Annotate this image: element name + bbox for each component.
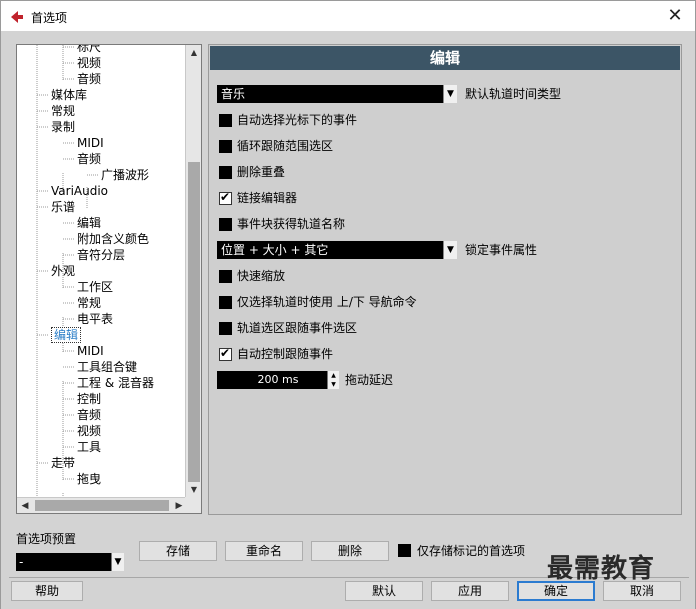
tree-item[interactable]: 常规 [77, 295, 101, 311]
option-checkbox[interactable] [219, 322, 232, 335]
chevron-down-icon: ▼ [443, 85, 457, 103]
tree-item[interactable]: 媒体库 [51, 87, 87, 103]
tree-item[interactable]: 工作区 [77, 279, 113, 295]
chevron-down-icon: ▼ [111, 553, 124, 571]
option-checkbox[interactable] [219, 140, 232, 153]
defaults-button[interactable]: 默认 [345, 581, 423, 601]
tree-item[interactable]: 工具组合键 [77, 359, 137, 375]
vertical-scroll-thumb[interactable] [188, 162, 200, 485]
option-checkbox[interactable] [219, 270, 232, 283]
tree-item[interactable]: VariAudio [51, 183, 108, 199]
tree-item[interactable]: 工程 & 混音器 [77, 375, 154, 391]
tree-item[interactable]: 外观 [51, 263, 75, 279]
rename-preset-button[interactable]: 重命名 [225, 541, 303, 561]
scroll-left-icon[interactable]: ◀ [17, 498, 33, 513]
option-label: 链接编辑器 [237, 191, 298, 205]
option-label: 自动选择光标下的事件 [237, 113, 358, 127]
track-type-label: 默认轨道时间类型 [465, 87, 562, 101]
cancel-button[interactable]: 取消 [603, 581, 681, 601]
option-label: 自动控制跟随事件 [237, 347, 334, 361]
help-button[interactable]: 帮助 [11, 581, 83, 601]
store-marked-only-checkbox[interactable] [398, 544, 411, 557]
option-checkbox[interactable] [219, 296, 232, 309]
tree-item[interactable]: MIDI [77, 343, 104, 359]
tree-item[interactable]: 编辑 [77, 215, 101, 231]
option-label: 删除重叠 [237, 165, 286, 179]
option-checkbox[interactable] [219, 190, 232, 205]
tree-item[interactable]: 编辑 [51, 327, 82, 343]
panel-header: 编辑 [210, 46, 680, 70]
option-label: 轨道选区跟随事件选区 [237, 321, 358, 335]
ok-button[interactable]: 确定 [517, 581, 595, 601]
preferences-tree[interactable]: 标尺 视频 音频 媒体库 常规 录制 MIDI 音频 广播波形 VariAudio 乐谱 编辑 附加含义… [16, 44, 202, 514]
scroll-down-icon[interactable]: ▼ [186, 482, 201, 498]
presets-label: 首选项预置 [16, 532, 77, 546]
tree-item[interactable]: 广播波形 [101, 167, 149, 183]
preset-select[interactable]: - ▼ [16, 553, 124, 571]
option-checkbox[interactable] [219, 166, 232, 179]
edit-settings-panel: 编辑 音乐 ▼ 默认轨道时间类型 自动选择光标下的事件循环跟随范围选区删除重叠链… [208, 44, 682, 515]
tree-item[interactable]: 乐谱 [51, 199, 75, 215]
tree-item[interactable]: 音频 [77, 407, 101, 423]
chevron-down-icon: ▼ [443, 241, 457, 259]
scroll-up-icon[interactable]: ▲ [186, 45, 201, 61]
apply-button[interactable]: 应用 [431, 581, 509, 601]
tree-item[interactable]: 录制 [51, 119, 75, 135]
tree-item[interactable]: 音符分层 [77, 247, 125, 263]
tree-item[interactable]: 标尺 [77, 45, 101, 55]
option-label: 仅选择轨道时使用 上/下 导航命令 [237, 295, 417, 309]
tree-item[interactable]: 走带 [51, 455, 75, 471]
watermark-text: 最需教育 [547, 554, 656, 584]
tree-connector-lines [36, 45, 98, 499]
drag-delay-spinbox[interactable]: 200 ms ▲ ▼ [217, 371, 339, 389]
drag-delay-value: 200 ms [257, 373, 299, 386]
lock-select-label: 锁定事件属性 [465, 243, 538, 257]
spin-arrows-icon[interactable]: ▲ ▼ [327, 371, 339, 389]
tree-item[interactable]: 电平表 [77, 311, 113, 327]
store-marked-only-label: 仅存储标记的首选项 [417, 544, 526, 558]
tree-item[interactable]: 常规 [51, 103, 75, 119]
tree-item[interactable]: 附加含义颜色 [77, 231, 149, 247]
tree-item[interactable]: 音频 [77, 71, 101, 87]
tree-item[interactable]: 视频 [77, 423, 101, 439]
tree-vertical-scrollbar[interactable]: ▲ ▼ [185, 45, 201, 498]
title-bar: 首选项 ✕ [0, 0, 696, 31]
close-icon[interactable]: ✕ [661, 3, 689, 29]
tree-item[interactable]: 拖曳 [77, 471, 101, 487]
lock-event-attributes-select[interactable]: 位置 + 大小 + 其它 ▼ [217, 241, 457, 259]
option-checkbox[interactable] [219, 346, 232, 361]
drag-delay-label: 拖动延迟 [345, 373, 394, 387]
lock-select-value: 位置 + 大小 + 其它 [221, 243, 329, 257]
tree-item[interactable]: MIDI [77, 135, 104, 151]
horizontal-scroll-thumb[interactable] [35, 500, 169, 511]
option-checkbox[interactable] [219, 218, 232, 231]
tree-item[interactable]: 视频 [77, 55, 101, 71]
tree-item[interactable]: 工具 [77, 439, 101, 455]
tree-horizontal-scrollbar[interactable]: ◀ ▶ [17, 497, 187, 513]
delete-preset-button[interactable]: 删除 [311, 541, 389, 561]
preset-select-value: - [19, 555, 24, 569]
option-label: 事件块获得轨道名称 [237, 217, 346, 231]
default-track-time-type-select[interactable]: 音乐 ▼ [217, 85, 457, 103]
window-title: 首选项 [31, 11, 68, 25]
tree-item[interactable]: 控制 [77, 391, 101, 407]
scrollbar-corner [185, 497, 201, 513]
tree-item[interactable]: 音频 [77, 151, 101, 167]
option-label: 循环跟随范围选区 [237, 139, 334, 153]
cubase-app-icon [11, 11, 23, 23]
option-label: 快速缩放 [237, 269, 286, 283]
store-preset-button[interactable]: 存储 [139, 541, 217, 561]
option-checkbox[interactable] [219, 114, 232, 127]
track-type-value: 音乐 [221, 87, 246, 101]
dialog-client-area: 标尺 视频 音频 媒体库 常规 录制 MIDI 音频 广播波形 VariAudio 乐谱 编辑 附加含义… [0, 31, 696, 609]
